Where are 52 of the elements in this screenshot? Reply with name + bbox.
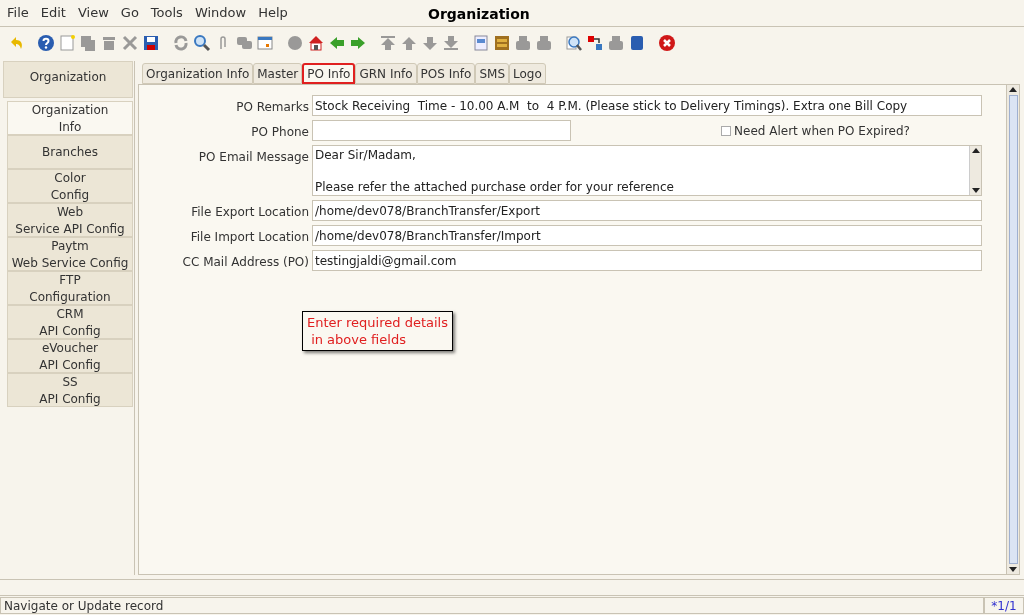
- scrollbar[interactable]: [969, 146, 981, 195]
- sidebar-item[interactable]: Organization Info: [7, 101, 133, 135]
- tab[interactable]: Organization Info: [142, 63, 254, 84]
- cc-mail-address-field[interactable]: testingjaldi@gmail.com: [312, 250, 982, 271]
- field-label: PO Email Message: [197, 149, 309, 166]
- tab[interactable]: GRN Info: [355, 63, 417, 84]
- scrollbar[interactable]: [1006, 85, 1019, 574]
- sidebar-item[interactable]: eVoucher API Config: [7, 339, 133, 373]
- menu-item[interactable]: Window: [194, 3, 247, 23]
- checkbox[interactable]: [721, 125, 732, 136]
- file-import-location-field[interactable]: /home/dev078/BranchTransfer/Import: [312, 225, 982, 246]
- tab[interactable]: PO Info: [302, 63, 356, 84]
- tab[interactable]: POS Info: [416, 63, 476, 84]
- search-icon[interactable]: [192, 32, 212, 53]
- menu-item[interactable]: Edit: [40, 3, 66, 23]
- sidebar-item[interactable]: FTP Configuration: [7, 271, 133, 305]
- po-email-message-field[interactable]: Dear Sir/Madam, Please refer the attached purchase order for your reference: [312, 145, 982, 196]
- record-counter: *1/1: [984, 597, 1024, 614]
- window-title: Organization: [428, 5, 530, 24]
- down-arrow-icon: [1009, 567, 1017, 572]
- field-label: File Import Location: [189, 229, 309, 246]
- menu-item[interactable]: View: [77, 3, 109, 23]
- menu-item[interactable]: Help: [258, 3, 288, 23]
- field-label: CC Mail Address (PO): [181, 254, 309, 271]
- document-icon[interactable]: [471, 32, 491, 53]
- up-arrow-icon: [971, 148, 980, 153]
- callout-note: Enter required details in above fields: [302, 311, 453, 351]
- sidebar-header[interactable]: Organization: [3, 61, 133, 98]
- checkbox-label: Need Alert when PO Expired?: [734, 122, 910, 140]
- sidebar-item[interactable]: Branches: [7, 135, 133, 169]
- menu-item[interactable]: File: [7, 3, 29, 23]
- field-label: PO Phone: [250, 124, 309, 141]
- sidebar-item[interactable]: Color Config: [7, 169, 133, 203]
- close-icon[interactable]: [657, 32, 677, 53]
- up-arrow-icon: [1009, 87, 1017, 92]
- po-remarks-field[interactable]: Stock Receiving Time - 10.00 A.M to 4 P.M. (Please stick to Delivery Timings). Extra one Bill Copy: [312, 95, 982, 116]
- po-phone-field[interactable]: [312, 120, 571, 141]
- field-label: File Export Location: [190, 204, 309, 221]
- tab[interactable]: Master: [253, 63, 303, 84]
- down-arrow-icon: [971, 188, 980, 193]
- menu-item[interactable]: Go: [120, 3, 139, 23]
- sidebar-item[interactable]: Paytm Web Service Config: [7, 237, 133, 271]
- tab[interactable]: SMS: [475, 63, 509, 84]
- menu-item[interactable]: Tools: [150, 3, 183, 23]
- file-export-location-field[interactable]: /home/dev078/BranchTransfer/Export: [312, 200, 982, 221]
- field-label: PO Remarks: [235, 99, 309, 116]
- sidebar-item[interactable]: SS API Config: [7, 373, 133, 407]
- status-message: Navigate or Update record: [0, 597, 984, 614]
- help-icon[interactable]: [36, 32, 56, 53]
- field-text: Dear Sir/Madam, Please refer the attached purchase order for your reference: [314, 147, 675, 195]
- sidebar-item[interactable]: Web Service API Config: [7, 203, 133, 237]
- tab[interactable]: Logo: [509, 63, 546, 84]
